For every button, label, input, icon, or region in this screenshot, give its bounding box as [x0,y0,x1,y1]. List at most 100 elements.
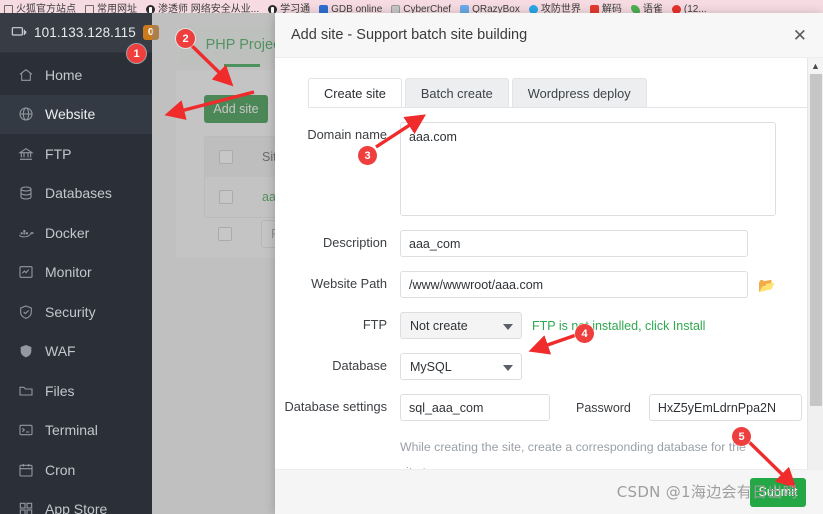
database-icon [17,185,34,202]
annotation-marker-3: 3 [358,146,377,165]
database-select[interactable]: MySQL [400,353,522,380]
sidebar: 101.133.128.115 0 Home Website FTP Datab… [0,13,159,514]
chevron-up-icon[interactable]: ▲ [808,58,823,74]
sidebar-item-cron[interactable]: Cron [0,450,152,490]
sidebar-item-label: WAF [45,343,76,360]
database-name-input[interactable] [400,394,550,421]
bookmark-label: 攻防世界 [540,4,581,13]
cyan-circle-icon [528,5,538,13]
bookmark-item[interactable]: 渗透师 网络安全从业... [146,4,259,13]
ftp-label: FTP [362,317,387,332]
modal-title: Add site - Support batch site building [291,27,528,43]
modal-tabs: Create site Batch create Wordpress deplo… [275,58,823,107]
create-site-form: Domain name Description Website Path [275,108,823,469]
annotation-marker-2: 2 [176,29,195,48]
database-note-line-1: While creating the site, create a corres… [400,440,746,469]
tab-wordpress-deploy[interactable]: Wordpress deploy [511,78,647,107]
domain-name-label: Domain name [307,127,387,142]
scrollbar-thumb[interactable] [810,74,822,406]
bookmark-label: 学习通 [280,4,311,13]
bookmark-label: CyberChef [403,4,452,13]
description-label: Description [322,235,387,250]
website-path-input[interactable] [400,271,748,298]
sidebar-item-monitor[interactable]: Monitor [0,253,152,293]
sidebar-item-waf[interactable]: WAF [0,332,152,372]
sidebar-item-databases[interactable]: Databases [0,174,152,214]
bookmark-label: 常用网址 [97,4,137,13]
field-row-domain: Domain name [275,122,809,216]
modal-scrollbar[interactable]: ▲ [807,58,823,469]
bookmark-label: 渗透师 网络安全从业... [158,4,260,13]
red-square-icon [589,5,599,13]
watermark: CSDN @1海边会有日出吗 [616,483,798,501]
bookmark-item[interactable]: CyberChef [391,4,451,13]
red-circle-icon [671,5,681,13]
ftp-icon [17,145,34,162]
sidebar-item-label: Cron [45,461,76,478]
description-input[interactable] [400,230,748,257]
sidebar-item-home[interactable]: Home [0,55,152,95]
server-monitor-icon [10,24,27,41]
close-icon[interactable]: ✕ [791,25,809,46]
tab-create-site[interactable]: Create site [308,78,402,107]
bookmark-item[interactable]: 解码 [589,4,622,13]
calendar-icon [17,461,34,478]
password-label: Password [576,400,631,415]
shield-icon [268,5,278,13]
sidebar-item-label: FTP [45,145,72,162]
bookmark-item[interactable]: 学习通 [268,4,310,13]
bookmark-label: 火狐官方站点 [16,4,76,13]
sidebar-item-docker[interactable]: Docker [0,213,152,253]
sidebar-nav: Home Website FTP Databases Docker Monito… [0,53,152,514]
sidebar-item-website[interactable]: Website [0,94,152,134]
globe-icon [17,106,34,123]
bookmark-item[interactable]: 攻防世界 [528,4,581,13]
field-row-website-path: Website Path 📂 [275,271,809,298]
server-ip-label: 101.133.128.115 [34,25,136,40]
sidebar-item-ftp[interactable]: FTP [0,134,152,174]
sidebar-item-app-store[interactable]: App Store [0,490,152,514]
chevron-down-icon [503,323,513,330]
sidebar-item-files[interactable]: Files [0,371,152,411]
database-label: Database [332,358,387,373]
folder-open-icon[interactable]: 📂 [758,278,775,292]
bookmark-item[interactable]: QRazyBox [460,4,520,13]
light-blue-icon [460,5,470,13]
sidebar-item-label: Docker [45,224,90,241]
annotation-marker-1: 1 [127,44,146,63]
sidebar-item-security[interactable]: Security [0,292,152,332]
monitor-icon [17,264,34,281]
grey-square-icon [391,5,401,13]
sidebar-item-label: Terminal [45,422,98,439]
ftp-select[interactable]: Not create [400,312,522,339]
bookmark-item[interactable]: 常用网址 [85,4,137,13]
modal-body: Create site Batch create Wordpress deplo… [275,58,823,469]
terminal-icon [17,422,34,439]
square-outline-icon [85,5,94,13]
tab-batch-create[interactable]: Batch create [404,78,509,107]
ftp-install-link[interactable]: FTP is not installed, click Install [532,319,705,333]
tab-label: Wordpress deploy [527,85,631,101]
bookmark-item[interactable]: GDB online [319,4,382,13]
bookmark-item[interactable]: 火狐官方站点 [4,4,76,13]
green-leaf-icon [630,5,640,13]
bookmark-label: 语雀 [642,4,663,13]
screen-root: 火狐官方站点 常用网址 渗透师 网络安全从业... 学习通 GDB online… [0,0,823,514]
bookmark-label: GDB online [331,4,383,13]
chevron-down-icon [503,364,513,371]
database-password-input[interactable] [648,394,802,421]
sidebar-item-label: Databases [45,185,112,202]
database-settings-label: Database settings [284,399,387,414]
bookmark-item[interactable]: (12... [671,4,707,13]
domain-name-input[interactable] [400,122,776,216]
sidebar-item-label: Home [45,66,83,83]
sidebar-item-terminal[interactable]: Terminal [0,411,152,451]
dark-circle-icon [146,5,155,13]
folder-icon [17,382,34,399]
bookmark-label: 解码 [601,4,622,13]
annotation-marker-4: 4 [575,324,594,343]
tab-label: Batch create [420,85,493,101]
annotation-marker-5: 5 [732,427,751,446]
database-select-value: MySQL [410,359,452,374]
bookmark-item[interactable]: 语雀 [630,4,663,13]
